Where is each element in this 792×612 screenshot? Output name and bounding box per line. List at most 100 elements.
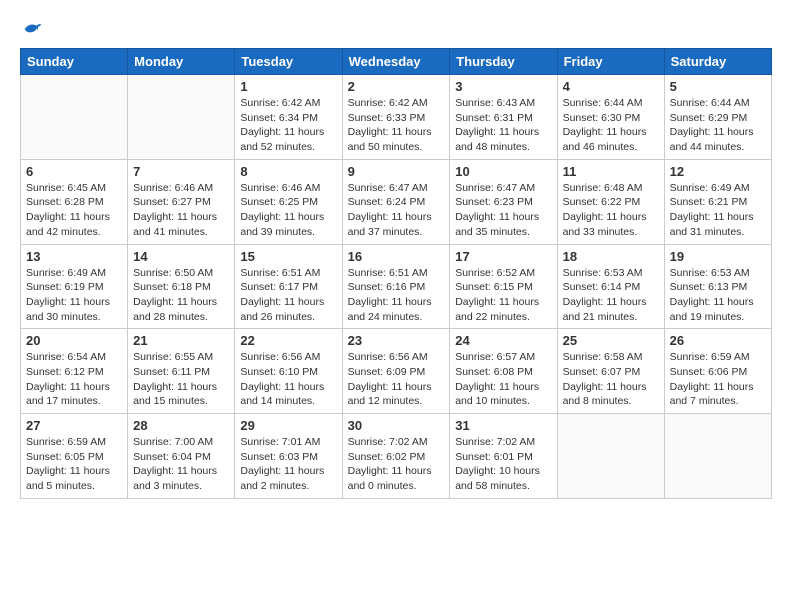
calendar-cell: 27Sunrise: 6:59 AMSunset: 6:05 PMDayligh… [21, 414, 128, 499]
calendar-cell [21, 75, 128, 160]
day-info: Sunrise: 6:45 AMSunset: 6:28 PMDaylight:… [26, 181, 122, 240]
calendar-cell: 7 Sunrise: 6:46 AMSunset: 6:27 PMDaylight… [128, 159, 235, 244]
day-info: Sunrise: 6:51 AMSunset: 6:16 PMDaylight:… [348, 266, 445, 325]
calendar-cell: 17 Sunrise: 6:52 AMSunset: 6:15 PMDayligh… [450, 244, 557, 329]
day-number: 19 [670, 249, 766, 264]
calendar-cell: 24 Sunrise: 6:57 AMSunset: 6:08 PMDayligh… [450, 329, 557, 414]
day-number: 14 [133, 249, 229, 264]
day-info: Sunrise: 6:51 AMSunset: 6:17 PMDaylight:… [240, 266, 336, 325]
calendar-cell: 21 Sunrise: 6:55 AMSunset: 6:11 PMDayligh… [128, 329, 235, 414]
day-number: 8 [240, 164, 336, 179]
day-number: 1 [240, 79, 336, 94]
calendar-cell: 4Sunrise: 6:44 AMSunset: 6:30 PMDaylight… [557, 75, 664, 160]
day-number: 3 [455, 79, 551, 94]
day-number: 28 [133, 418, 229, 433]
calendar-cell: 9 Sunrise: 6:47 AMSunset: 6:24 PMDaylight… [342, 159, 450, 244]
week-row-1: 1 Sunrise: 6:42 AMSunset: 6:34 PMDaylight… [21, 75, 772, 160]
calendar-cell: 14 Sunrise: 6:50 AMSunset: 6:18 PMDayligh… [128, 244, 235, 329]
week-row-5: 27Sunrise: 6:59 AMSunset: 6:05 PMDayligh… [21, 414, 772, 499]
calendar-cell: 30 Sunrise: 7:02 AMSunset: 6:02 PMDayligh… [342, 414, 450, 499]
logo-bird-icon [23, 20, 43, 38]
day-info: Sunrise: 6:50 AMSunset: 6:18 PMDaylight:… [133, 266, 229, 325]
calendar-cell: 22 Sunrise: 6:56 AMSunset: 6:10 PMDayligh… [235, 329, 342, 414]
calendar-cell: 5 Sunrise: 6:44 AMSunset: 6:29 PMDaylight… [664, 75, 771, 160]
day-number: 5 [670, 79, 766, 94]
day-number: 2 [348, 79, 445, 94]
day-info: Sunrise: 6:49 AMSunset: 6:21 PMDaylight:… [670, 181, 766, 240]
day-info: Sunrise: 6:58 AMSunset: 6:07 PMDaylight:… [563, 350, 659, 409]
week-row-4: 20 Sunrise: 6:54 AMSunset: 6:12 PMDayligh… [21, 329, 772, 414]
day-info: Sunrise: 6:46 AMSunset: 6:25 PMDaylight:… [240, 181, 336, 240]
day-info: Sunrise: 6:59 AMSunset: 6:06 PMDaylight:… [670, 350, 766, 409]
day-header-tuesday: Tuesday [235, 49, 342, 75]
calendar-cell [128, 75, 235, 160]
day-number: 9 [348, 164, 445, 179]
day-number: 26 [670, 333, 766, 348]
day-number: 29 [240, 418, 336, 433]
day-number: 12 [670, 164, 766, 179]
calendar-cell: 25 Sunrise: 6:58 AMSunset: 6:07 PMDayligh… [557, 329, 664, 414]
calendar-cell: 13Sunrise: 6:49 AMSunset: 6:19 PMDayligh… [21, 244, 128, 329]
week-row-3: 13Sunrise: 6:49 AMSunset: 6:19 PMDayligh… [21, 244, 772, 329]
calendar-cell: 31 Sunrise: 7:02 AMSunset: 6:01 PMDayligh… [450, 414, 557, 499]
calendar-cell: 18Sunrise: 6:53 AMSunset: 6:14 PMDayligh… [557, 244, 664, 329]
day-info: Sunrise: 6:59 AMSunset: 6:05 PMDaylight:… [26, 435, 122, 494]
day-info: Sunrise: 6:47 AMSunset: 6:23 PMDaylight:… [455, 181, 551, 240]
day-info: Sunrise: 6:44 AMSunset: 6:30 PMDaylight:… [563, 96, 659, 155]
calendar-cell: 10 Sunrise: 6:47 AMSunset: 6:23 PMDayligh… [450, 159, 557, 244]
day-info: Sunrise: 6:43 AMSunset: 6:31 PMDaylight:… [455, 96, 551, 155]
calendar-cell: 6 Sunrise: 6:45 AMSunset: 6:28 PMDaylight… [21, 159, 128, 244]
calendar-cell: 16 Sunrise: 6:51 AMSunset: 6:16 PMDayligh… [342, 244, 450, 329]
day-number: 11 [563, 164, 659, 179]
day-number: 24 [455, 333, 551, 348]
day-info: Sunrise: 6:54 AMSunset: 6:12 PMDaylight:… [26, 350, 122, 409]
day-info: Sunrise: 6:46 AMSunset: 6:27 PMDaylight:… [133, 181, 229, 240]
day-info: Sunrise: 6:44 AMSunset: 6:29 PMDaylight:… [670, 96, 766, 155]
day-info: Sunrise: 6:42 AMSunset: 6:34 PMDaylight:… [240, 96, 336, 155]
calendar-cell: 23Sunrise: 6:56 AMSunset: 6:09 PMDayligh… [342, 329, 450, 414]
calendar-cell: 29 Sunrise: 7:01 AMSunset: 6:03 PMDayligh… [235, 414, 342, 499]
day-number: 10 [455, 164, 551, 179]
calendar-cell: 1 Sunrise: 6:42 AMSunset: 6:34 PMDaylight… [235, 75, 342, 160]
day-number: 30 [348, 418, 445, 433]
day-number: 13 [26, 249, 122, 264]
day-info: Sunrise: 6:53 AMSunset: 6:14 PMDaylight:… [563, 266, 659, 325]
header-row: SundayMondayTuesdayWednesdayThursdayFrid… [21, 49, 772, 75]
calendar-cell: 2 Sunrise: 6:42 AMSunset: 6:33 PMDaylight… [342, 75, 450, 160]
day-number: 16 [348, 249, 445, 264]
day-number: 23 [348, 333, 445, 348]
calendar-cell: 8 Sunrise: 6:46 AMSunset: 6:25 PMDaylight… [235, 159, 342, 244]
day-info: Sunrise: 6:42 AMSunset: 6:33 PMDaylight:… [348, 96, 445, 155]
calendar-cell [557, 414, 664, 499]
day-number: 31 [455, 418, 551, 433]
day-number: 6 [26, 164, 122, 179]
day-number: 7 [133, 164, 229, 179]
day-info: Sunrise: 6:52 AMSunset: 6:15 PMDaylight:… [455, 266, 551, 325]
day-number: 17 [455, 249, 551, 264]
day-info: Sunrise: 7:01 AMSunset: 6:03 PMDaylight:… [240, 435, 336, 494]
calendar-cell: 26 Sunrise: 6:59 AMSunset: 6:06 PMDayligh… [664, 329, 771, 414]
calendar-cell: 20 Sunrise: 6:54 AMSunset: 6:12 PMDayligh… [21, 329, 128, 414]
day-info: Sunrise: 7:00 AMSunset: 6:04 PMDaylight:… [133, 435, 229, 494]
day-header-monday: Monday [128, 49, 235, 75]
day-header-wednesday: Wednesday [342, 49, 450, 75]
calendar-table: SundayMondayTuesdayWednesdayThursdayFrid… [20, 48, 772, 499]
day-number: 25 [563, 333, 659, 348]
calendar-cell: 11Sunrise: 6:48 AMSunset: 6:22 PMDayligh… [557, 159, 664, 244]
day-header-thursday: Thursday [450, 49, 557, 75]
day-info: Sunrise: 7:02 AMSunset: 6:02 PMDaylight:… [348, 435, 445, 494]
day-number: 22 [240, 333, 336, 348]
day-info: Sunrise: 6:57 AMSunset: 6:08 PMDaylight:… [455, 350, 551, 409]
logo [20, 20, 43, 38]
day-info: Sunrise: 6:56 AMSunset: 6:10 PMDaylight:… [240, 350, 336, 409]
day-number: 20 [26, 333, 122, 348]
page-header [20, 20, 772, 38]
day-number: 15 [240, 249, 336, 264]
day-header-friday: Friday [557, 49, 664, 75]
calendar-cell: 19Sunrise: 6:53 AMSunset: 6:13 PMDayligh… [664, 244, 771, 329]
day-number: 21 [133, 333, 229, 348]
day-info: Sunrise: 7:02 AMSunset: 6:01 PMDaylight:… [455, 435, 551, 494]
day-info: Sunrise: 6:55 AMSunset: 6:11 PMDaylight:… [133, 350, 229, 409]
day-info: Sunrise: 6:47 AMSunset: 6:24 PMDaylight:… [348, 181, 445, 240]
day-header-sunday: Sunday [21, 49, 128, 75]
